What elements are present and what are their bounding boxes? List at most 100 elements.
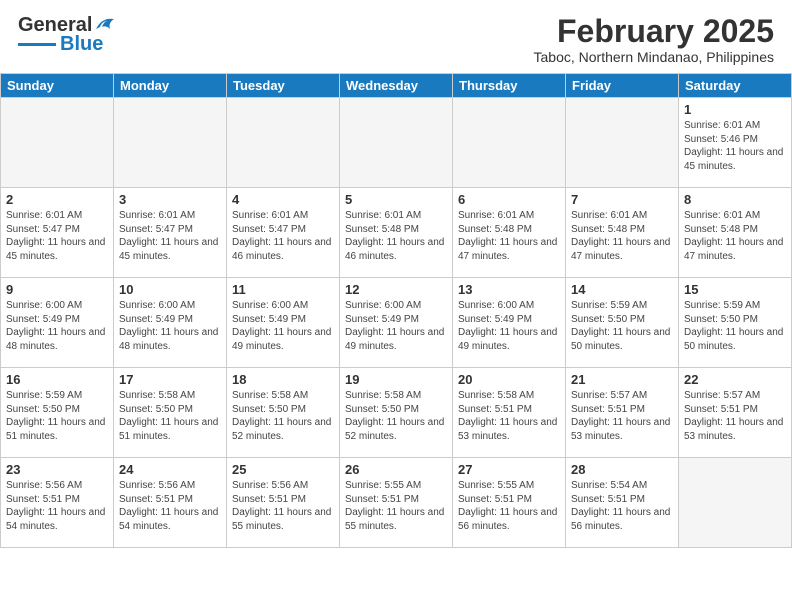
day-number: 15 bbox=[684, 282, 786, 297]
sunrise-label: Sunrise: 5:56 AM bbox=[119, 480, 195, 491]
table-row: 4Sunrise: 6:01 AMSunset: 5:47 PMDaylight… bbox=[227, 188, 340, 278]
day-number: 27 bbox=[458, 462, 560, 477]
sunrise-label: Sunrise: 6:00 AM bbox=[345, 300, 421, 311]
day-info: Sunrise: 6:01 AMSunset: 5:47 PMDaylight:… bbox=[232, 209, 334, 263]
day-info: Sunrise: 5:58 AMSunset: 5:51 PMDaylight:… bbox=[458, 389, 560, 443]
sunrise-label: Sunrise: 5:59 AM bbox=[6, 390, 82, 401]
table-row: 9Sunrise: 6:00 AMSunset: 5:49 PMDaylight… bbox=[1, 278, 114, 368]
sunrise-label: Sunrise: 5:58 AM bbox=[119, 390, 195, 401]
daylight-label: Daylight: 11 hours and 54 minutes. bbox=[119, 507, 218, 532]
sunset-label: Sunset: 5:49 PM bbox=[6, 314, 80, 325]
daylight-label: Daylight: 11 hours and 50 minutes. bbox=[571, 327, 670, 352]
daylight-label: Daylight: 11 hours and 45 minutes. bbox=[6, 237, 105, 262]
sunrise-label: Sunrise: 5:58 AM bbox=[458, 390, 534, 401]
table-row: 11Sunrise: 6:00 AMSunset: 5:49 PMDayligh… bbox=[227, 278, 340, 368]
table-row: 5Sunrise: 6:01 AMSunset: 5:48 PMDaylight… bbox=[340, 188, 453, 278]
day-number: 26 bbox=[345, 462, 447, 477]
day-number: 22 bbox=[684, 372, 786, 387]
day-info: Sunrise: 6:01 AMSunset: 5:47 PMDaylight:… bbox=[119, 209, 221, 263]
day-info: Sunrise: 5:59 AMSunset: 5:50 PMDaylight:… bbox=[6, 389, 108, 443]
sunrise-label: Sunrise: 5:54 AM bbox=[571, 480, 647, 491]
day-number: 10 bbox=[119, 282, 221, 297]
sunrise-label: Sunrise: 5:55 AM bbox=[345, 480, 421, 491]
day-number: 17 bbox=[119, 372, 221, 387]
title-block: February 2025 Taboc, Northern Mindanao, … bbox=[534, 14, 774, 65]
day-info: Sunrise: 5:55 AMSunset: 5:51 PMDaylight:… bbox=[458, 479, 560, 533]
day-info: Sunrise: 5:55 AMSunset: 5:51 PMDaylight:… bbox=[345, 479, 447, 533]
sunset-label: Sunset: 5:49 PM bbox=[458, 314, 532, 325]
day-info: Sunrise: 6:00 AMSunset: 5:49 PMDaylight:… bbox=[6, 299, 108, 353]
table-row bbox=[679, 458, 792, 548]
table-row: 10 Sunrise: 6:00 AMSunset: 5:49 PMDayligh… bbox=[114, 278, 227, 368]
day-number: 7 bbox=[571, 192, 673, 207]
daylight-label: Daylight: 11 hours and 52 minutes. bbox=[345, 417, 444, 442]
sunset-label: Sunset: 5:50 PM bbox=[119, 404, 193, 415]
sunrise-label: Sunrise: 6:01 AM bbox=[684, 210, 760, 221]
sunrise-label: Sunrise: 5:57 AM bbox=[684, 390, 760, 401]
table-row: 7Sunrise: 6:01 AMSunset: 5:48 PMDaylight… bbox=[566, 188, 679, 278]
sunset-label: Sunset: 5:47 PM bbox=[119, 224, 193, 235]
sunset-label: Sunset: 5:51 PM bbox=[232, 494, 306, 505]
table-row: 12Sunrise: 6:00 AMSunset: 5:49 PMDayligh… bbox=[340, 278, 453, 368]
calendar-week-row: 9Sunrise: 6:00 AMSunset: 5:49 PMDaylight… bbox=[1, 278, 792, 368]
logo-blue: Blue bbox=[60, 33, 103, 56]
daylight-label: Daylight: 11 hours and 47 minutes. bbox=[571, 237, 670, 262]
sunset-label: Sunset: 5:50 PM bbox=[232, 404, 306, 415]
day-info: Sunrise: 5:54 AMSunset: 5:51 PMDaylight:… bbox=[571, 479, 673, 533]
day-number: 12 bbox=[345, 282, 447, 297]
sunset-label: Sunset: 5:48 PM bbox=[684, 224, 758, 235]
table-row bbox=[566, 98, 679, 188]
daylight-label: Daylight: 11 hours and 53 minutes. bbox=[684, 417, 783, 442]
sunrise-label: Sunrise: 5:59 AM bbox=[571, 300, 647, 311]
sunset-label: Sunset: 5:51 PM bbox=[458, 404, 532, 415]
table-row: 2Sunrise: 6:01 AMSunset: 5:47 PMDaylight… bbox=[1, 188, 114, 278]
col-saturday: Saturday bbox=[679, 74, 792, 98]
col-thursday: Thursday bbox=[453, 74, 566, 98]
day-info: Sunrise: 5:56 AM Sunset: 5:51 PM Daylight:… bbox=[6, 479, 108, 533]
calendar-week-row: 1Sunrise: 6:01 AMSunset: 5:46 PMDaylight… bbox=[1, 98, 792, 188]
day-info: Sunrise: 5:56 AMSunset: 5:51 PMDaylight:… bbox=[119, 479, 221, 533]
sunrise-label: Sunrise: 6:00 AM bbox=[6, 300, 82, 311]
sunrise-label: Sunrise: 6:01 AM bbox=[684, 120, 760, 131]
table-row bbox=[114, 98, 227, 188]
table-row: 6Sunrise: 6:01 AMSunset: 5:48 PMDaylight… bbox=[453, 188, 566, 278]
sunset-label: Sunset: 5:50 PM bbox=[684, 314, 758, 325]
header: General Blue February 2025 Taboc, Northe… bbox=[0, 0, 792, 73]
sunset-label: Sunset: 5:51 PM bbox=[571, 404, 645, 415]
table-row: 20Sunrise: 5:58 AMSunset: 5:51 PMDayligh… bbox=[453, 368, 566, 458]
logo-bird-icon bbox=[94, 15, 116, 33]
table-row: 23Sunrise: 5:56 AMSunset: 5:51 PMDayligh… bbox=[1, 458, 114, 548]
day-info: Sunrise: 5:59 AMSunset: 5:50 PMDaylight:… bbox=[571, 299, 673, 353]
table-row: 22 Sunrise: 5:57 AMSunset: 5:51 PMDayligh… bbox=[679, 368, 792, 458]
table-row: 19Sunrise: 5:58 AMSunset: 5:50 PMDayligh… bbox=[340, 368, 453, 458]
table-row: 13Sunrise: 6:00 AMSunset: 5:49 PMDayligh… bbox=[453, 278, 566, 368]
table-row: 15Sunrise: 5:59 AMSunset: 5:50 PMDayligh… bbox=[679, 278, 792, 368]
day-number: 16 bbox=[6, 372, 108, 387]
day-number: 28 bbox=[571, 462, 673, 477]
col-tuesday: Tuesday bbox=[227, 74, 340, 98]
table-row bbox=[453, 98, 566, 188]
daylight-label: Daylight: 11 hours and 52 minutes. bbox=[232, 417, 331, 442]
daylight-label: Daylight: 11 hours and 49 minutes. bbox=[232, 327, 331, 352]
sunrise-label: Sunrise: 6:01 AM bbox=[232, 210, 308, 221]
sunrise-label: Sunrise: 5:56 AM bbox=[6, 480, 82, 491]
day-info: Sunrise: 6:00 AMSunset: 5:49 PMDaylight:… bbox=[119, 299, 221, 353]
sunrise-label: Sunrise: 5:59 AM bbox=[684, 300, 760, 311]
logo-divider bbox=[18, 43, 56, 46]
daylight-label: Daylight: 11 hours and 54 minutes. bbox=[6, 507, 105, 532]
sunset-label: Sunset: 5:51 PM bbox=[6, 494, 80, 505]
daylight-label: Daylight: 11 hours and 51 minutes. bbox=[6, 417, 105, 442]
daylight-label: Daylight: 11 hours and 49 minutes. bbox=[345, 327, 444, 352]
day-number: 1 bbox=[684, 102, 786, 117]
day-number: 11 bbox=[232, 282, 334, 297]
day-number: 9 bbox=[6, 282, 108, 297]
day-info: Sunrise: 6:00 AMSunset: 5:49 PMDaylight:… bbox=[458, 299, 560, 353]
table-row bbox=[1, 98, 114, 188]
day-number: 25 bbox=[232, 462, 334, 477]
day-info: Sunrise: 6:01 AMSunset: 5:47 PMDaylight:… bbox=[6, 209, 108, 263]
day-info: Sunrise: 5:57 AMSunset: 5:51 PMDaylight:… bbox=[684, 389, 786, 443]
day-number: 6 bbox=[458, 192, 560, 207]
daylight-label: Daylight: 11 hours and 56 minutes. bbox=[571, 507, 670, 532]
daylight-label: Daylight: 11 hours and 48 minutes. bbox=[119, 327, 218, 352]
logo: General Blue bbox=[18, 14, 116, 56]
